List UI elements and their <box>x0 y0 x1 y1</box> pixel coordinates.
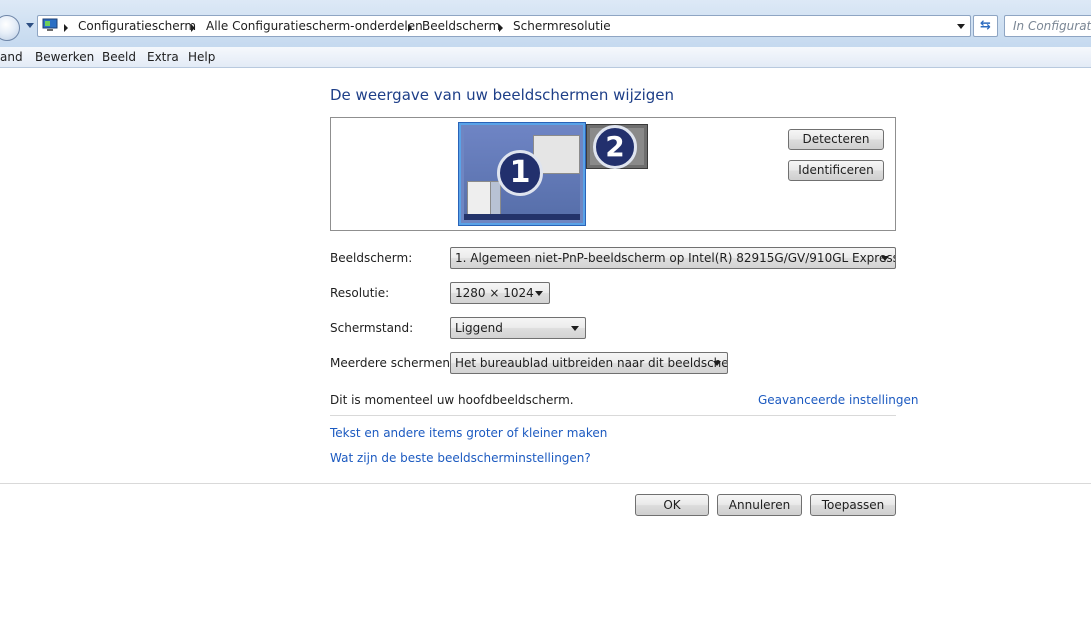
apply-button[interactable]: Toepassen <box>810 494 896 516</box>
ok-button[interactable]: OK <box>635 494 709 516</box>
menu-bar: and Bewerken Beeld Extra Help <box>0 47 1091 68</box>
monitor-preview-area: 1 2 Detecteren Identificeren <box>330 117 896 231</box>
resolution-select[interactable]: 1280 × 1024 <box>450 282 550 304</box>
menu-edit[interactable]: Bewerken <box>35 49 94 65</box>
text-size-link[interactable]: Tekst en andere items groter of kleiner … <box>330 425 607 441</box>
breadcrumb-control-panel[interactable]: Configuratiescherm <box>78 19 196 34</box>
footer-divider <box>0 483 1091 484</box>
orientation-select-value: Liggend <box>455 321 503 335</box>
orientation-select[interactable]: Liggend <box>450 317 586 339</box>
chevron-down-icon <box>571 326 579 331</box>
divider <box>330 415 896 416</box>
control-panel-icon <box>42 18 58 31</box>
window-thumbnail <box>467 181 492 215</box>
breadcrumb-all-items[interactable]: Alle Configuratiescherm-onderdelen <box>206 19 423 34</box>
chevron-down-icon <box>881 256 889 261</box>
primary-display-note: Dit is momenteel uw hoofdbeeldscherm. <box>330 393 574 407</box>
resolution-select-value: 1280 × 1024 <box>455 286 534 300</box>
search-input[interactable]: In Configuratiescherm zoeken <box>1004 15 1091 37</box>
orientation-label: Schermstand: <box>330 321 414 335</box>
breadcrumb-separator-icon <box>408 24 412 32</box>
multiple-displays-select-value: Het bureaublad uitbreiden naar dit beeld… <box>455 356 728 370</box>
menu-extra[interactable]: Extra <box>147 49 179 65</box>
best-settings-link[interactable]: Wat zijn de beste beeldscherminstellinge… <box>330 450 591 466</box>
multiple-displays-select[interactable]: Het bureaublad uitbreiden naar dit beeld… <box>450 352 728 374</box>
cancel-button[interactable]: Annuleren <box>717 494 802 516</box>
display-select-value: 1. Algemeen niet-PnP-beeldscherm op Inte… <box>455 251 896 265</box>
refresh-icon: ⇆ <box>980 18 991 33</box>
taskbar-thumbnail <box>464 214 580 220</box>
back-button[interactable] <box>0 15 20 41</box>
breadcrumb-separator-icon <box>64 24 68 32</box>
monitor-2[interactable]: 2 <box>586 124 648 169</box>
detect-button[interactable]: Detecteren <box>788 129 884 150</box>
advanced-settings-link[interactable]: Geavanceerde instellingen <box>758 392 919 408</box>
window-thumbnail <box>490 181 501 215</box>
refresh-button[interactable]: ⇆ <box>973 15 998 37</box>
multiple-displays-label: Meerdere schermen: <box>330 356 454 370</box>
chevron-down-icon <box>535 291 543 296</box>
address-dropdown-icon[interactable] <box>957 24 965 29</box>
resolution-label: Resolutie: <box>330 286 390 300</box>
display-select[interactable]: 1. Algemeen niet-PnP-beeldscherm op Inte… <box>450 247 896 269</box>
breadcrumb-separator-icon <box>191 24 195 32</box>
monitor-1-number: 1 <box>497 150 543 196</box>
breadcrumb-separator-icon <box>499 24 503 32</box>
monitor-1[interactable]: 1 <box>459 123 585 225</box>
chevron-down-icon <box>713 361 721 366</box>
menu-file[interactable]: and <box>0 49 23 65</box>
menu-help[interactable]: Help <box>188 49 215 65</box>
address-bar-strip: Configuratiescherm Alle Configuratiesche… <box>0 0 1091 47</box>
identify-button[interactable]: Identificeren <box>788 160 884 181</box>
monitor-2-number: 2 <box>593 125 637 169</box>
recent-pages-dropdown-icon[interactable] <box>26 23 34 28</box>
address-bar[interactable]: Configuratiescherm Alle Configuratiesche… <box>37 15 971 37</box>
display-label: Beeldscherm: <box>330 251 413 265</box>
page-title: De weergave van uw beeldschermen wijzige… <box>330 86 675 104</box>
breadcrumb-display[interactable]: Beeldscherm <box>422 19 500 34</box>
menu-view[interactable]: Beeld <box>102 49 136 65</box>
breadcrumb-screen-resolution[interactable]: Schermresolutie <box>513 19 611 34</box>
